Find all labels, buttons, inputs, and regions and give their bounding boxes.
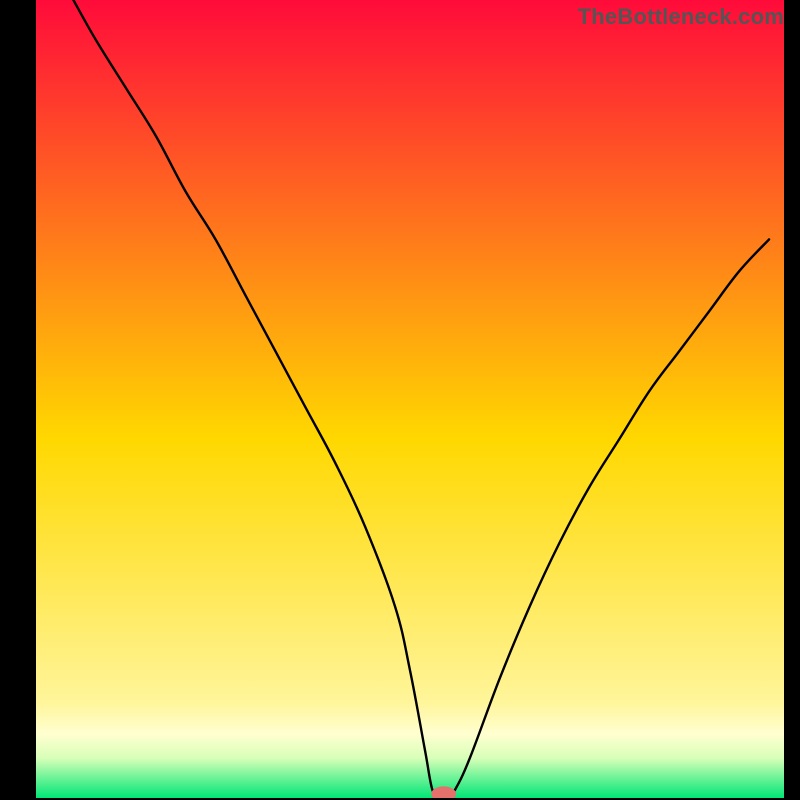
chart-container: TheBottleneck.com	[0, 0, 800, 800]
bottleneck-chart	[0, 0, 800, 800]
watermark-text: TheBottleneck.com	[578, 4, 784, 30]
frame-left	[0, 0, 36, 800]
frame-right	[784, 0, 800, 800]
plot-background	[36, 0, 784, 798]
